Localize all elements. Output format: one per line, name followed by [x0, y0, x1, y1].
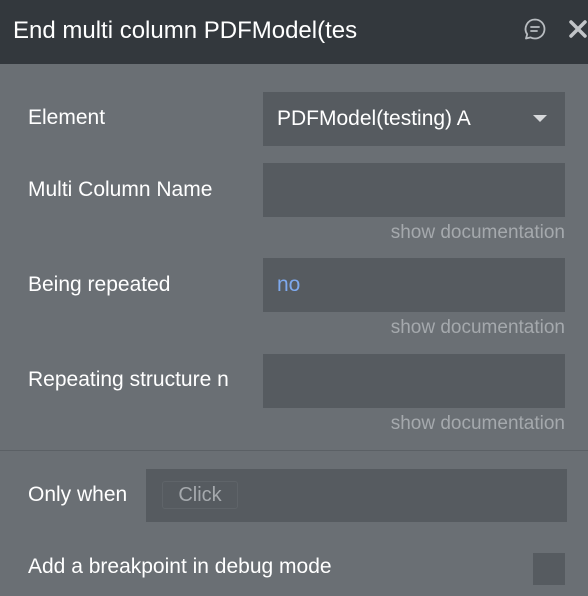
- being-repeated-input[interactable]: no: [263, 258, 565, 312]
- element-dropdown[interactable]: PDFModel(testing) A: [263, 92, 565, 146]
- repeating-structure-doc-link[interactable]: show documentation: [391, 412, 565, 436]
- breakpoint-label: Add a breakpoint in debug mode: [28, 555, 332, 578]
- multi-column-name-input[interactable]: [263, 163, 565, 217]
- repeating-structure-input[interactable]: [263, 354, 565, 408]
- being-repeated-value: no: [277, 273, 301, 296]
- comment-icon: [523, 17, 547, 46]
- element-label: Element: [28, 106, 106, 129]
- comment-button[interactable]: [521, 17, 549, 45]
- close-icon: [567, 18, 588, 45]
- being-repeated-doc-link[interactable]: show documentation: [391, 316, 565, 340]
- editor-title: End multi column PDFModel(tes: [13, 17, 358, 44]
- being-repeated-label: Being repeated: [28, 273, 171, 296]
- only-when-condition-input[interactable]: Click: [146, 469, 567, 522]
- section-divider: [0, 450, 588, 451]
- click-placeholder[interactable]: Click: [162, 481, 238, 509]
- property-editor-header: End multi column PDFModel(tes: [0, 0, 588, 64]
- breakpoint-checkbox[interactable]: [533, 553, 565, 585]
- close-button[interactable]: [566, 17, 588, 45]
- element-dropdown-value: PDFModel(testing) A: [277, 107, 471, 130]
- multi-column-name-label: Multi Column Name: [28, 178, 213, 201]
- chevron-down-icon: [533, 115, 547, 122]
- repeating-structure-label: Repeating structure n: [28, 368, 229, 391]
- multi-column-name-doc-link[interactable]: show documentation: [391, 221, 565, 245]
